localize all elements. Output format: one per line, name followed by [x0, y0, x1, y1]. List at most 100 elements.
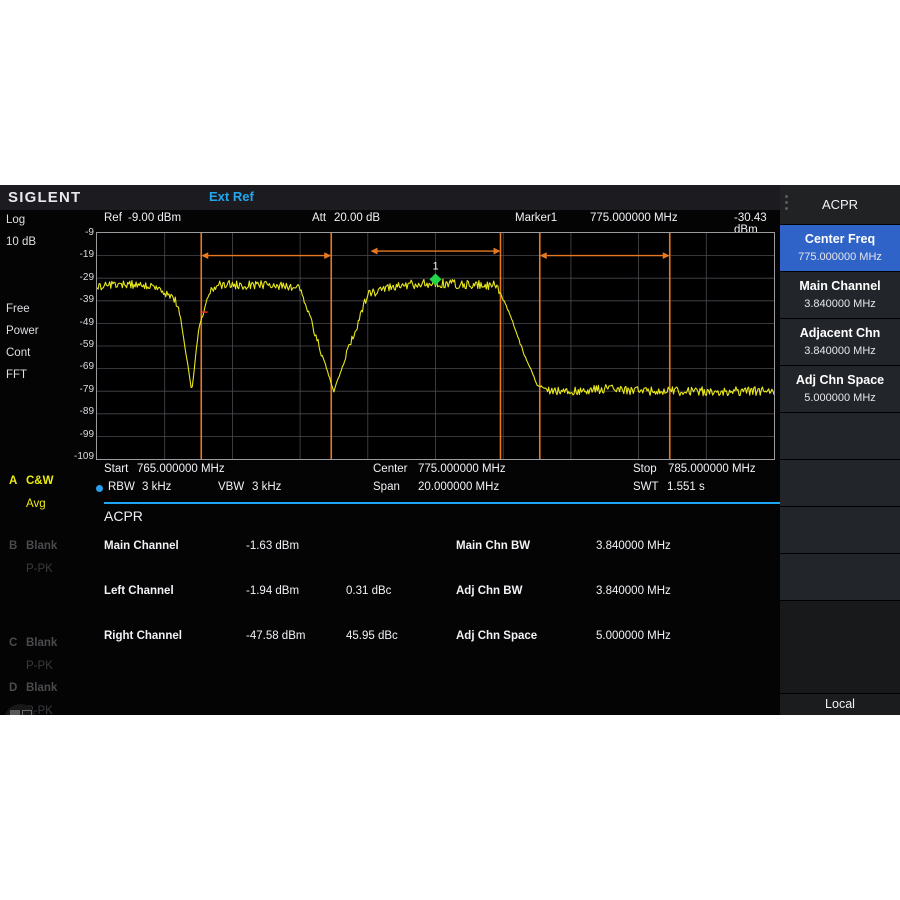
result-key-left: Right Channel: [104, 630, 182, 642]
softkey-adjacent-chn[interactable]: Adjacent Chn 3.840000 MHz: [780, 319, 900, 366]
y-axis-tick: -9: [54, 227, 94, 238]
graph-header-row: Ref -9.00 dBm Att 20.00 dB Marker1 775.0…: [96, 210, 780, 230]
stop-label: Stop: [633, 463, 657, 475]
result-ratio-value: 0.31 dBc: [346, 585, 391, 597]
acpr-results-table: Main Channel -1.63 dBm Main Chn BW 3.840000…: [96, 540, 780, 675]
softkey-empty[interactable]: [780, 507, 900, 554]
measurement-title: ACPR: [104, 508, 143, 524]
softkey-menu-header: ACPR: [780, 185, 900, 225]
softkey-empty[interactable]: [780, 413, 900, 460]
rbw-value: 3 kHz: [142, 481, 171, 493]
sweep-label: Cont: [6, 347, 30, 359]
ref-value: -9.00 dBm: [128, 212, 181, 224]
softkey-label: Center Freq: [780, 232, 900, 246]
center-label: Center: [373, 463, 408, 475]
result-bandwidth-value: 5.000000 MHz: [596, 630, 671, 642]
plot-svg: 1: [97, 233, 774, 459]
result-bandwidth-value: 3.840000 MHz: [596, 585, 671, 597]
trace-c-id: C: [9, 637, 17, 649]
left-status-column: Log 10 dB Free Power Cont FFT A C&W Avg …: [0, 210, 96, 715]
local-status-button[interactable]: Local: [780, 693, 900, 715]
spectrum-analyzer-screen: SIGLENT Ext Ref Log 10 dB Free Power Con…: [0, 185, 900, 715]
result-ratio-value: 45.95 dBc: [346, 630, 398, 642]
y-axis-tick: -19: [54, 249, 94, 260]
softkey-value: 3.840000 MHz: [780, 298, 900, 310]
top-status-bar: SIGLENT Ext Ref: [0, 185, 780, 210]
trace-a-state: C&W: [26, 475, 53, 487]
fft-mode-label: FFT: [6, 369, 27, 381]
center-value: 775.000000 MHz: [418, 463, 506, 475]
marker-label: Marker1: [515, 212, 557, 224]
bandwidth-row: RBW 3 kHz VBW 3 kHz Span 20.000000 MHz S…: [96, 481, 780, 499]
rbw-label: RBW: [108, 481, 135, 493]
softkey-value: 3.840000 MHz: [780, 345, 900, 357]
graph-area: Ref -9.00 dBm Att 20.00 dB Marker1 775.0…: [96, 210, 780, 715]
softkey-value: 5.000000 MHz: [780, 392, 900, 404]
result-key-left: Main Channel: [104, 540, 179, 552]
scale-div-label: 10 dB: [6, 236, 36, 248]
ref-label: Ref: [104, 212, 122, 224]
y-axis-tick: -69: [54, 361, 94, 372]
softkey-label: Adjacent Chn: [780, 326, 900, 340]
swt-label: SWT: [633, 481, 659, 493]
trace-b-id: B: [9, 540, 17, 552]
y-axis-tick: -109: [54, 451, 94, 462]
trigger-label: Free: [6, 303, 30, 315]
marker-1-diamond-icon: [430, 273, 442, 285]
result-row: Main Channel -1.63 dBm Main Chn BW 3.840000…: [96, 540, 780, 585]
section-divider: [104, 502, 780, 504]
y-axis-tick: -29: [54, 272, 94, 283]
result-power-value: -47.58 dBm: [246, 630, 305, 642]
softkey-empty[interactable]: [780, 460, 900, 507]
result-power-value: -1.63 dBm: [246, 540, 299, 552]
result-key-right: Adj Chn BW: [456, 585, 522, 597]
detector-label: Power: [6, 325, 39, 337]
softkey-value: 775.000000 MHz: [780, 251, 900, 263]
scale-type-label: Log: [6, 214, 25, 226]
frequency-row: Start 765.000000 MHz Center 775.000000 M…: [96, 463, 780, 481]
att-label: Att: [312, 212, 326, 224]
softkey-label: Main Channel: [780, 279, 900, 293]
trace-c-detect: P-PK: [26, 660, 53, 672]
trace-b-detect: P-PK: [26, 563, 53, 575]
swt-value: 1.551 s: [667, 481, 705, 493]
trace-d-state: Blank: [26, 682, 57, 694]
softkey-main-channel[interactable]: Main Channel 3.840000 MHz: [780, 272, 900, 319]
softkey-menu-title: ACPR: [780, 197, 900, 212]
result-key-right: Main Chn BW: [456, 540, 530, 552]
spectrum-plot[interactable]: 1: [96, 232, 775, 460]
softkey-adj-chn-space[interactable]: Adj Chn Space 5.000000 MHz: [780, 366, 900, 413]
result-key-right: Adj Chn Space: [456, 630, 537, 642]
att-value: 20.00 dB: [334, 212, 380, 224]
brand-logo: SIGLENT: [8, 189, 81, 206]
result-key-left: Left Channel: [104, 585, 174, 597]
softkey-label: Adj Chn Space: [780, 373, 900, 387]
trace-a-detect: Avg: [26, 498, 46, 510]
result-row: Right Channel -47.58 dBm 45.95 dBc Adj Chn …: [96, 630, 780, 675]
span-value: 20.000000 MHz: [418, 481, 499, 493]
y-axis-tick: -49: [54, 317, 94, 328]
trace-c-state: Blank: [26, 637, 57, 649]
softkey-center-freq[interactable]: Center Freq 775.000000 MHz: [780, 225, 900, 272]
local-label: Local: [780, 697, 900, 711]
result-power-value: -1.94 dBm: [246, 585, 299, 597]
y-axis-tick: -39: [54, 294, 94, 305]
result-bandwidth-value: 3.840000 MHz: [596, 540, 671, 552]
y-axis-tick: -89: [54, 406, 94, 417]
vbw-label: VBW: [218, 481, 244, 493]
result-row: Left Channel -1.94 dBm 0.31 dBc Adj Chn BW 3…: [96, 585, 780, 630]
softkey-menu: ACPR Center Freq 775.000000 MHz Main Chann…: [780, 185, 900, 715]
trace-b-state: Blank: [26, 540, 57, 552]
start-label: Start: [104, 463, 128, 475]
stop-value: 785.000000 MHz: [668, 463, 756, 475]
trace-active-dot-icon: [96, 485, 103, 492]
softkey-empty[interactable]: [780, 554, 900, 601]
span-label: Span: [373, 481, 400, 493]
trace-d-id: D: [9, 682, 17, 694]
vbw-value: 3 kHz: [252, 481, 281, 493]
marker-freq: 775.000000 MHz: [590, 212, 678, 224]
marker-1-label: 1: [432, 260, 438, 272]
trace-a-id: A: [9, 475, 17, 487]
y-axis-tick: -59: [54, 339, 94, 350]
start-value: 765.000000 MHz: [137, 463, 225, 475]
